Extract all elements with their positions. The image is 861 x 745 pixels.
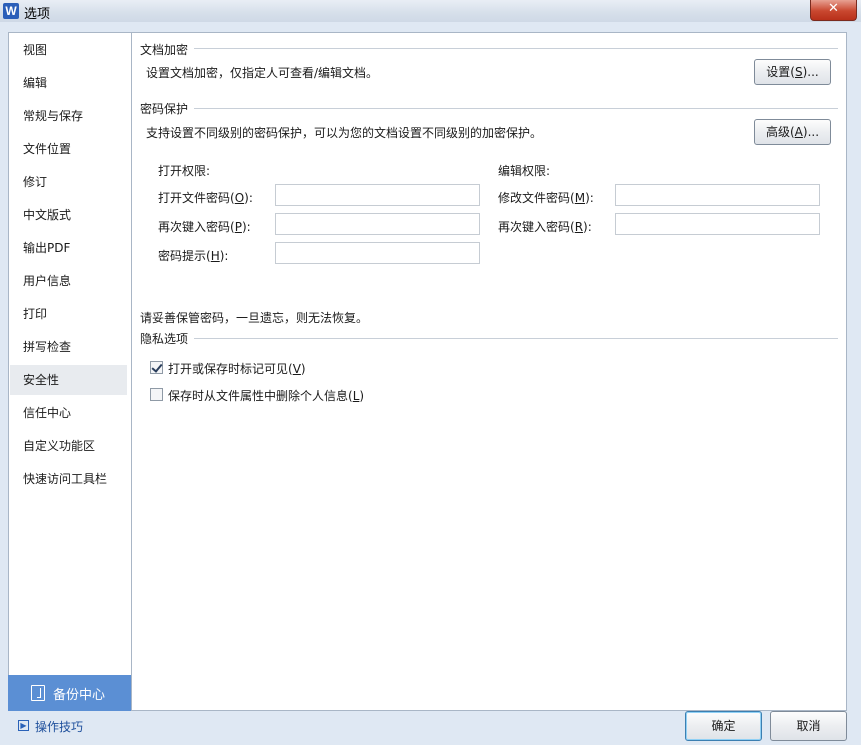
mark-visible-label[interactable]: 打开或保存时标记可见(V) [168,360,306,377]
sidebar-item-spell-check[interactable]: 拼写检查 [10,332,127,362]
sidebar-item-edit[interactable]: 编辑 [10,68,127,98]
password-hint-field[interactable] [275,242,480,264]
backup-icon [31,685,45,701]
remove-personal-info-label[interactable]: 保存时从文件属性中删除个人信息(L) [168,387,364,404]
backup-center-label: 备份中心 [53,688,106,703]
security-panel: 文档加密 设置文档加密，仅指定人可查看/编辑文档。 设置(S)... 密码保护 … [131,32,847,711]
divider [194,48,838,49]
title-bar: W 选项 ✕ [0,0,861,22]
open-password-field[interactable] [275,184,480,206]
divider [194,338,838,339]
encryption-description: 设置文档加密，仅指定人可查看/编辑文档。 [146,66,379,80]
wps-logo-icon: W [3,3,19,19]
reenter-open-password-label: 再次键入密码(P): [158,220,251,234]
open-password-label: 打开文件密码(O): [158,191,253,205]
modify-password-label: 修改文件密码(M): [498,191,594,205]
encryption-settings-label: 设置 [766,65,791,79]
play-square-icon: ▶ [18,720,29,731]
sidebar: 视图 编辑 常规与保存 文件位置 修订 中文版式 输出PDF 用户信息 打印 拼… [8,32,132,677]
tips-label: 操作技巧 [35,720,84,734]
password-hint-label: 密码提示(H): [158,249,229,263]
sidebar-item-revision[interactable]: 修订 [10,167,127,197]
cancel-button[interactable]: 取消 [770,711,847,741]
backup-center-button[interactable]: 备份中心 [8,675,132,711]
edit-permission-heading: 编辑权限: [498,164,551,178]
reenter-modify-password-label: 再次键入密码(R): [498,220,592,234]
password-description: 支持设置不同级别的密码保护，可以为您的文档设置不同级别的加密保护。 [146,126,543,140]
advanced-button[interactable]: 高级(A)... [754,119,831,145]
sidebar-item-view[interactable]: 视图 [10,35,127,65]
advanced-key: A [794,125,803,139]
close-button[interactable]: ✕ [810,0,857,21]
modify-password-field[interactable] [615,184,820,206]
sidebar-item-print[interactable]: 打印 [10,299,127,329]
sidebar-item-export-pdf[interactable]: 输出PDF [10,233,127,263]
encryption-section-title: 文档加密 [140,43,189,57]
advanced-label: 高级 [765,125,790,139]
reenter-modify-password-field[interactable] [615,213,820,235]
ellipsis: ... [807,125,820,139]
ok-button[interactable]: 确定 [685,711,762,741]
encryption-settings-button[interactable]: 设置(S)... [754,59,831,85]
sidebar-item-customize-ribbon[interactable]: 自定义功能区 [10,431,127,461]
remove-personal-info-checkbox[interactable] [150,388,163,401]
divider [194,108,838,109]
reenter-open-password-field[interactable] [275,213,480,235]
ellipsis: ... [807,65,819,79]
privacy-section-title: 隐私选项 [140,332,189,346]
sidebar-item-chinese-layout[interactable]: 中文版式 [10,200,127,230]
sidebar-item-general-save[interactable]: 常规与保存 [10,101,127,131]
mark-visible-checkbox[interactable] [150,361,163,374]
sidebar-item-trust-center[interactable]: 信任中心 [10,398,127,428]
password-warning: 请妥善保管密码，一旦遗忘，则无法恢复。 [140,311,369,325]
encryption-settings-key: S [794,65,803,79]
window-title: 选项 [24,7,51,22]
password-section-title: 密码保护 [140,102,189,116]
sidebar-item-user-info[interactable]: 用户信息 [10,266,127,296]
sidebar-item-quick-access[interactable]: 快速访问工具栏 [10,464,127,494]
sidebar-item-file-location[interactable]: 文件位置 [10,134,127,164]
sidebar-item-security[interactable]: 安全性 [10,365,127,395]
open-permission-heading: 打开权限: [158,164,211,178]
